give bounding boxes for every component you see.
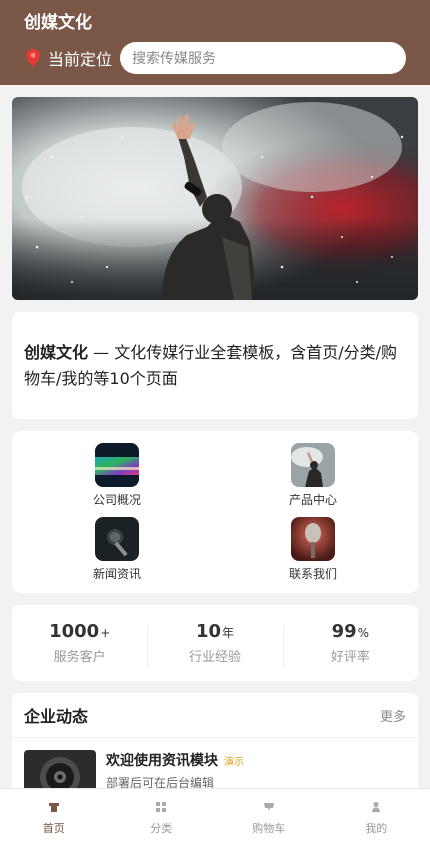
header-row: 当前定位 搜索传媒服务: [24, 42, 406, 74]
stat-experience: 10年 行业经验: [147, 621, 282, 669]
news-icon: [95, 517, 139, 561]
cart-icon: [263, 803, 274, 811]
tab-label: 首页: [42, 822, 65, 835]
stat-value: 1000: [49, 621, 100, 642]
stat-unit: %: [357, 626, 370, 640]
intro-brand: 创媒文化: [24, 343, 89, 362]
news-headline: 欢迎使用资讯模块: [106, 753, 218, 769]
stat-rating: 99% 好评率: [282, 621, 418, 669]
tab-label: 购物车: [252, 822, 286, 835]
company-overview-icon: [95, 443, 139, 487]
bottom-tab-bar: 首页 分类 购物车 我的: [0, 788, 430, 844]
home-icon: [48, 803, 59, 812]
tab-label: 我的: [365, 822, 388, 835]
stat-label: 行业经验: [188, 650, 241, 665]
tab-category[interactable]: 分类: [108, 789, 216, 844]
news-header: 企业动态 更多: [12, 693, 418, 738]
app-title: 创媒文化: [24, 13, 92, 33]
intro-card: 创媒文化 — 文化传媒行业全套模板，含首页/分类/购物车/我的等10个页面: [12, 312, 418, 419]
hero-banner[interactable]: [12, 97, 418, 300]
stat-unit: 年: [222, 626, 235, 640]
user-icon: [372, 802, 381, 812]
header: 创媒文化 当前定位 搜索传媒服务: [0, 0, 430, 85]
news-tag: 演示: [224, 756, 244, 768]
search-input[interactable]: 搜索传媒服务: [120, 42, 406, 74]
tab-label: 分类: [150, 822, 173, 835]
tab-cart[interactable]: 购物车: [215, 789, 323, 844]
stat-value: 99: [331, 621, 357, 642]
location-label: 当前定位: [48, 50, 113, 69]
grid-label: 公司概况: [92, 493, 141, 507]
feature-grid: 公司概况 产品中心 新闻资讯 联系我们: [12, 431, 418, 593]
grid-item-products[interactable]: 产品中心: [273, 443, 353, 507]
tab-mine[interactable]: 我的: [323, 789, 430, 844]
search-placeholder: 搜索传媒服务: [132, 51, 216, 67]
stats-card: 1000+ 服务客户 10年 行业经验 99% 好评率: [12, 605, 418, 681]
grid-label: 产品中心: [288, 493, 337, 507]
grid-label: 新闻资讯: [92, 567, 141, 581]
concert-singer-image: [12, 97, 418, 300]
stat-clients: 1000+ 服务客户: [12, 621, 147, 665]
news-more-link[interactable]: 更多: [380, 706, 406, 725]
location-selector[interactable]: 当前定位: [24, 46, 120, 70]
grid-item-contact[interactable]: 联系我们: [273, 517, 353, 581]
stat-label: 服务客户: [53, 650, 106, 665]
stat-label: 好评率: [330, 650, 370, 665]
grid-label: 联系我们: [288, 567, 337, 581]
grid-item-company[interactable]: 公司概况: [77, 443, 157, 507]
product-center-icon: [291, 443, 335, 487]
news-card: 企业动态 更多 欢迎使用资讯模块 演示 部署后可在后台编辑: [12, 693, 418, 803]
contact-us-icon: [291, 517, 335, 561]
map-pin-icon: [24, 48, 42, 68]
grid-item-news[interactable]: 新闻资讯: [77, 517, 157, 581]
news-section-title: 企业动态: [24, 707, 89, 726]
tab-home[interactable]: 首页: [0, 789, 108, 844]
news-headline-row: 欢迎使用资讯模块 演示: [106, 750, 244, 770]
stat-unit: +: [100, 626, 111, 640]
category-icon: [156, 802, 167, 812]
stat-value: 10: [195, 621, 222, 642]
